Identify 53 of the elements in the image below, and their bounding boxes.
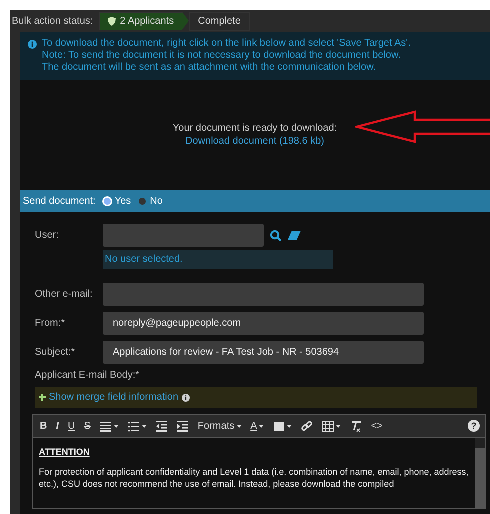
caret-icon[interactable] bbox=[287, 424, 292, 428]
ready-message: Your document is ready to download: bbox=[172, 122, 338, 135]
info-icon bbox=[28, 40, 37, 49]
merge-info-link[interactable]: Show merge field information bbox=[49, 392, 179, 403]
radio-option[interactable]: No bbox=[139, 196, 163, 206]
download-link[interactable]: Download document (198.6 kb) bbox=[186, 135, 324, 148]
toolbar-button[interactable]: B bbox=[38, 420, 50, 432]
info-text: To download the document, right click on the link below and select 'Save Target As'. bbox=[42, 38, 411, 50]
color-swatch-icon[interactable] bbox=[273, 420, 286, 432]
list-icon[interactable] bbox=[128, 420, 140, 432]
shield-icon bbox=[108, 16, 116, 26]
field-label: From:* bbox=[35, 317, 66, 329]
body-paragraph: For protection of applicant confidentiality and Level 1 data (i.e. combination of name, email, phone, address, etc.), CSU does not recommend the use of email. Instead, please download the compiled bbox=[39, 466, 469, 490]
info-text: Note: To send the document it is not necessary to download the document below. bbox=[42, 50, 402, 62]
clear-format-icon[interactable] bbox=[350, 420, 362, 432]
status-step: 2 Applicants bbox=[99, 12, 190, 30]
outdent-icon[interactable] bbox=[156, 420, 168, 432]
toolbar-button[interactable]: Formats bbox=[196, 420, 244, 432]
toolbar-button[interactable]: S bbox=[82, 420, 93, 432]
toolbar-button[interactable]: <> bbox=[369, 420, 385, 432]
eraser-icon[interactable] bbox=[288, 231, 301, 240]
radio-option[interactable]: Yes bbox=[104, 196, 132, 206]
caret-icon[interactable] bbox=[336, 424, 342, 428]
input-field[interactable]: noreply@pageuppeople.com bbox=[103, 312, 424, 335]
field-label: Subject:* bbox=[35, 346, 76, 358]
caret-icon[interactable] bbox=[259, 424, 264, 428]
input-field[interactable]: Applications for review - FA Test Job - NR - 503694 bbox=[103, 341, 424, 364]
scrollbar[interactable] bbox=[475, 438, 485, 508]
align-icon[interactable] bbox=[100, 420, 112, 432]
info-text: The document will be sent as an attachment with the communication below. bbox=[42, 62, 378, 74]
caret-icon[interactable] bbox=[114, 424, 119, 428]
table-icon[interactable] bbox=[322, 420, 334, 432]
user-field[interactable] bbox=[103, 224, 264, 247]
toolbar-button[interactable]: U bbox=[66, 420, 78, 432]
indent-icon[interactable] bbox=[176, 420, 189, 432]
caret-icon[interactable] bbox=[142, 424, 147, 428]
toolbar-button[interactable]: A bbox=[248, 420, 266, 432]
plus-icon bbox=[39, 394, 46, 401]
send-label: Send document: bbox=[23, 196, 96, 206]
search-icon[interactable] bbox=[270, 230, 282, 242]
input-field[interactable] bbox=[103, 283, 424, 306]
help-button[interactable]: ? bbox=[468, 420, 480, 432]
body-heading: ATTENTION bbox=[39, 446, 91, 458]
field-label: Applicant E-mail Body:* bbox=[35, 370, 140, 381]
status-label: Bulk action status: bbox=[12, 16, 94, 26]
status-step: Complete bbox=[189, 12, 250, 30]
toolbar-button[interactable]: I bbox=[54, 420, 62, 432]
info-icon bbox=[182, 394, 190, 402]
user-status: No user selected. bbox=[103, 250, 333, 269]
field-label: User: bbox=[35, 229, 60, 241]
link-icon[interactable] bbox=[301, 420, 314, 432]
caret-icon[interactable] bbox=[236, 424, 242, 428]
field-label: Other e-mail: bbox=[35, 288, 94, 300]
